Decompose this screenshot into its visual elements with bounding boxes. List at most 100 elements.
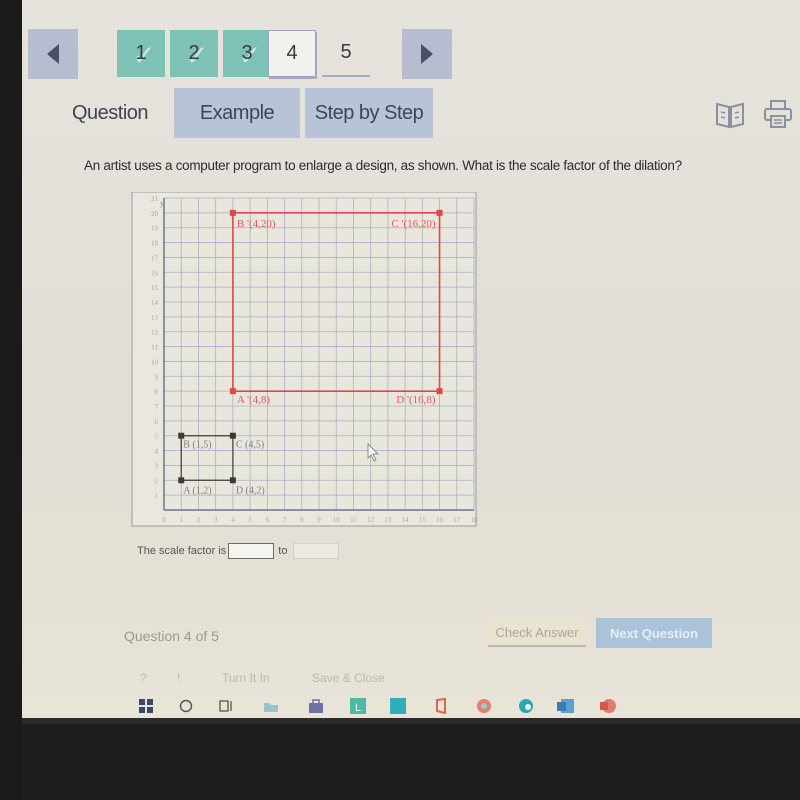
answer-connector: to: [278, 545, 288, 557]
question-tab-2[interactable]: ✓ 2: [170, 30, 218, 77]
save-close-button[interactable]: Save & Close: [312, 671, 385, 685]
vertex-label-original: C (4,5): [236, 440, 264, 451]
scale-factor-denominator-input[interactable]: [293, 543, 340, 559]
monitor-bezel-bottom: [22, 718, 800, 800]
y-tick-label: 4: [155, 448, 159, 456]
y-tick-label: 20: [151, 210, 159, 218]
x-tick-label: 6: [266, 516, 270, 524]
y-tick-label: 15: [151, 284, 159, 292]
x-tick-label: 3: [214, 516, 218, 524]
app-l-icon[interactable]: L: [349, 697, 367, 715]
triangle-left-icon: [47, 44, 59, 64]
y-tick-label: 10: [151, 358, 159, 366]
previous-question-button[interactable]: [28, 29, 78, 79]
x-tick-label: 18: [471, 516, 479, 524]
y-tick-label: 9: [155, 373, 159, 381]
question-prompt: An artist uses a computer program to enl…: [84, 158, 682, 173]
open-book-icon[interactable]: [714, 98, 746, 130]
y-tick-label: 5: [155, 433, 159, 441]
y-tick-label: 2: [155, 477, 159, 485]
info-button[interactable]: !: [177, 671, 180, 685]
vertex-label-original: B (1,5): [183, 440, 211, 451]
x-tick-label: 5: [248, 516, 252, 524]
answer-row: The scale factor is to: [137, 543, 343, 559]
x-tick-label: 11: [350, 516, 357, 524]
question-tab-3[interactable]: ✓ 3: [223, 30, 271, 77]
chrome-icon[interactable]: [475, 697, 493, 715]
vertex-label-image: C '(16,20): [391, 218, 435, 230]
x-tick-label: 16: [436, 516, 444, 524]
vertex-point-original: [229, 432, 236, 439]
vertex-point-image: [436, 388, 443, 395]
store-icon[interactable]: [307, 697, 325, 715]
y-tick-label: 6: [155, 418, 159, 426]
vertex-point-original: [229, 477, 236, 484]
y-tick-label: 12: [151, 329, 159, 337]
search-circle-icon[interactable]: [177, 697, 195, 715]
x-tick-label: 10: [333, 516, 341, 524]
help-button[interactable]: ?: [140, 671, 147, 685]
question-tab-4[interactable]: 4: [268, 30, 316, 77]
vertex-point-image: [436, 209, 443, 216]
y-tick-label: 1: [155, 492, 159, 500]
vertex-point-image: [229, 209, 236, 216]
vertex-label-original: D (4,2): [236, 485, 265, 496]
scale-factor-numerator-input[interactable]: [228, 543, 275, 559]
word-icon[interactable]: [557, 697, 575, 715]
next-question-button[interactable]: Next Question: [596, 618, 712, 648]
coordinate-graph: 0 1 2 3 4 5 6 7 8 9 10 11 12 13 14 15 16 17 18 1 2 3 4 5 6 7 8 9 10 1…: [130, 192, 478, 528]
vertex-label-original: A (1,2): [183, 485, 211, 496]
tab-example[interactable]: Example: [174, 88, 300, 138]
monitor-bezel-left: [0, 0, 22, 800]
x-tick-label: 9: [317, 516, 321, 524]
windows-start-icon[interactable]: [137, 697, 155, 715]
x-tick-label: 14: [402, 516, 410, 524]
question-progress-text: Question 4 of 5: [124, 628, 219, 644]
x-tick-label: 7: [283, 516, 287, 524]
y-tick-label: 7: [155, 403, 159, 411]
x-tick-label: 8: [300, 516, 304, 524]
powerpoint-icon[interactable]: [599, 697, 617, 715]
y-tick-label: 8: [155, 388, 159, 396]
triangle-right-icon: [421, 44, 433, 64]
y-tick-label: 19: [151, 225, 159, 233]
vertex-point-image: [229, 388, 236, 395]
x-tick-label: 2: [197, 516, 201, 524]
y-axis-label: y: [160, 199, 164, 208]
file-explorer-icon[interactable]: [262, 697, 280, 715]
y-tick-label: 17: [151, 254, 159, 262]
teal-app-icon[interactable]: [389, 697, 407, 715]
screen: ✓ 1 ✓ 2 ✓ 3 4 5 Question Example Step by…: [22, 0, 800, 718]
vertex-label-image: D '(16,8): [396, 394, 436, 406]
svg-text:L: L: [355, 702, 361, 714]
x-tick-label: 17: [453, 516, 461, 524]
y-tick-label: 16: [151, 269, 159, 277]
y-tick-label: 18: [151, 240, 159, 248]
x-tick-label: 4: [231, 516, 235, 524]
edge-icon[interactable]: [517, 697, 535, 715]
question-tab-1[interactable]: ✓ 1: [117, 30, 165, 77]
y-tick-label: 14: [151, 299, 159, 307]
y-tick-label: 13: [151, 314, 159, 322]
vertex-point-original: [178, 432, 185, 439]
check-answer-button[interactable]: Check Answer: [488, 619, 586, 647]
turn-it-in-button[interactable]: Turn It In: [222, 671, 270, 685]
vertex-point-original: [178, 477, 185, 484]
answer-prefix: The scale factor is: [137, 545, 227, 557]
y-tick-label: 21: [151, 195, 159, 203]
next-question-arrow-button[interactable]: [402, 29, 452, 79]
x-tick-label: 1: [179, 516, 183, 524]
printer-icon[interactable]: [762, 98, 794, 130]
task-view-icon[interactable]: [217, 697, 235, 715]
vertex-label-image: B '(4,20): [237, 218, 276, 230]
tab-question[interactable]: Question: [50, 88, 170, 138]
tab-step-by-step[interactable]: Step by Step: [305, 88, 433, 138]
question-tab-5[interactable]: 5: [322, 30, 370, 77]
y-tick-label: 11: [151, 344, 158, 352]
vertex-label-image: A '(4,8): [237, 394, 270, 406]
office-icon[interactable]: [432, 697, 450, 715]
graph-svg: 0 1 2 3 4 5 6 7 8 9 10 11 12 13 14 15 16 17 18123456789101…: [131, 192, 479, 527]
y-tick-label: 3: [155, 462, 159, 470]
x-tick-label: 13: [384, 516, 392, 524]
x-tick-label: 0: [162, 516, 166, 524]
